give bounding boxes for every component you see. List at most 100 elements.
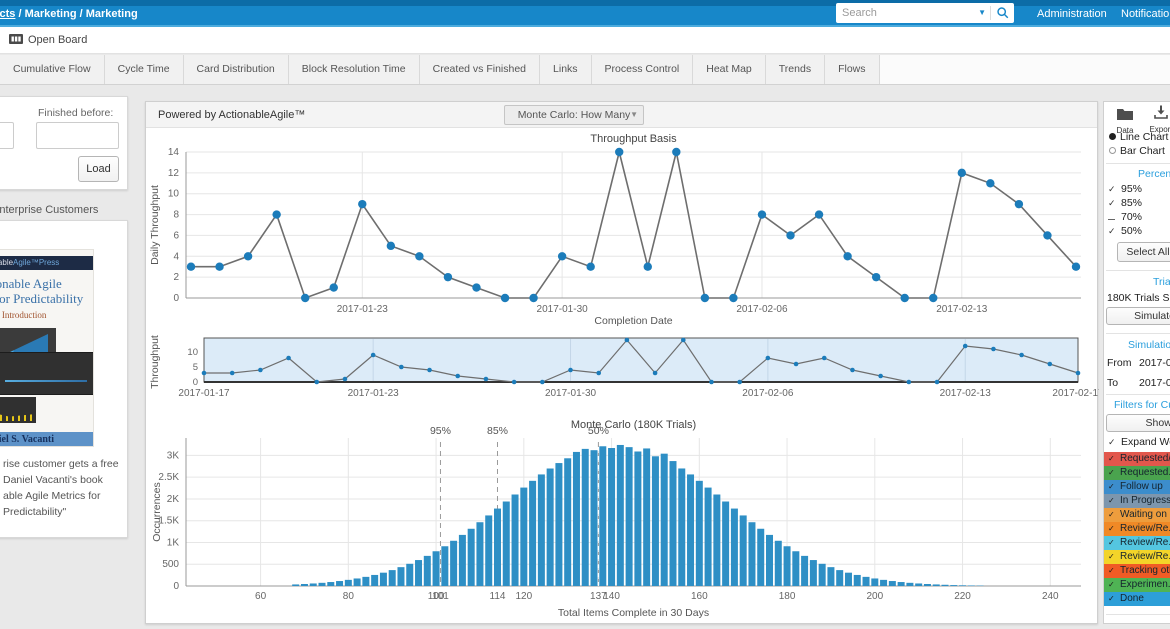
tab-process-control[interactable]: Process Control — [592, 55, 694, 84]
tab-card-distribution[interactable]: Card Distribution — [184, 55, 289, 84]
status-filter-experimen-f[interactable]: ✓Experimen... F — [1104, 578, 1170, 592]
status-filter-review-re-o[interactable]: ✓Review/Re...o — [1104, 522, 1170, 536]
divider — [1106, 270, 1170, 271]
checkbox-checked-icon: ✓ — [1108, 198, 1118, 209]
checkbox-checked-icon: ✓ — [1108, 480, 1118, 494]
book-cover-image: ActionableAgile™Press Actionable AgileMe… — [0, 249, 94, 447]
svg-text:10: 10 — [168, 189, 180, 200]
svg-text:Completion Date: Completion Date — [594, 315, 672, 327]
administration-link[interactable]: Administration — [1037, 8, 1107, 20]
checkbox-checked-icon: ✓ — [1108, 564, 1118, 578]
svg-text:101: 101 — [432, 591, 449, 602]
checkbox-checked-icon: ✓ — [1108, 508, 1118, 522]
status-filter-in-progress[interactable]: ✓In Progress — [1104, 494, 1170, 508]
svg-text:0: 0 — [173, 581, 179, 592]
selection-brush[interactable] — [204, 338, 1078, 382]
status-filter-list: ✓Requested/Id✓Requested... t✓Follow up✓I… — [1104, 452, 1170, 606]
tab-cycle-time[interactable]: Cycle Time — [105, 55, 184, 84]
from-date-value[interactable]: 2017-02-17 — [1139, 357, 1170, 369]
percentile-checkbox-50[interactable]: ✓50% — [1108, 225, 1142, 237]
histogram-bars[interactable] — [292, 445, 983, 586]
line-chart-radio[interactable]: Line Chart — [1109, 131, 1168, 143]
svg-text:2K: 2K — [167, 494, 180, 505]
status-filter-follow-up[interactable]: ✓Follow up — [1104, 480, 1170, 494]
breadcrumb-link-projects[interactable]: Projects — [0, 8, 15, 20]
bar-chart-radio[interactable]: Bar Chart — [1109, 145, 1165, 157]
chart-controls-panel: Data Export Line Chart Bar Chart Percent… — [1103, 101, 1170, 624]
open-board-link[interactable]: Open Board — [28, 34, 87, 46]
throughput-basis-chart[interactable]: 024681012142017-01-232017-01-302017-02-0… — [146, 130, 1099, 330]
checkbox-checked-icon: ✓ — [1108, 522, 1118, 536]
promo-line: Daniel Vacanti's book — [3, 472, 125, 488]
svg-text:3K: 3K — [167, 450, 180, 461]
notifications-link[interactable]: Notifications — [1121, 8, 1170, 20]
svg-text:2017-02-06: 2017-02-06 — [742, 388, 794, 399]
status-filter-review-re-f[interactable]: ✓Review/Re... F — [1104, 536, 1170, 550]
finished-after-input[interactable] — [0, 122, 14, 149]
search-icon[interactable] — [996, 6, 1009, 19]
finished-before-label: Finished before: — [38, 107, 113, 119]
powered-by-label: Powered by ActionableAgile™ — [158, 109, 305, 121]
svg-text:2017-01-23: 2017-01-23 — [348, 388, 400, 399]
status-filter-done[interactable]: ✓Done — [1104, 592, 1170, 606]
chevron-down-icon: ▼ — [630, 106, 638, 124]
tab-trends[interactable]: Trends — [766, 55, 825, 84]
svg-text:2017-01-30: 2017-01-30 — [545, 388, 597, 399]
svg-text:2: 2 — [173, 272, 179, 283]
search-box[interactable]: ▼ — [836, 3, 1014, 23]
svg-text:60: 60 — [255, 591, 267, 602]
select-all-button[interactable]: Select All — [1117, 242, 1170, 262]
load-button[interactable]: Load — [78, 156, 119, 182]
status-filter-requested-t[interactable]: ✓Requested... t — [1104, 466, 1170, 480]
simulate-more-button[interactable]: Simulate More Trials — [1106, 307, 1170, 325]
tab-flows[interactable]: Flows — [825, 55, 879, 84]
tab-block-resolution-time[interactable]: Block Resolution Time — [289, 55, 420, 84]
board-bar: Open Board — [0, 27, 1170, 54]
percentile-checkbox-95[interactable]: ✓95% — [1108, 183, 1142, 195]
expand-workflow-checkbox[interactable]: ✓Expand Workflow — [1108, 436, 1170, 448]
svg-text:0: 0 — [173, 293, 179, 304]
export-button[interactable]: Export — [1146, 105, 1170, 134]
svg-text:6: 6 — [173, 230, 179, 241]
svg-text:8: 8 — [173, 210, 179, 221]
chart-type-dropdown[interactable]: Monte Carlo: How Many▼ — [504, 105, 644, 125]
status-filter-review-re-c[interactable]: ✓Review/Re... C — [1104, 550, 1170, 564]
svg-text:120: 120 — [515, 591, 532, 602]
svg-text:114: 114 — [490, 591, 506, 602]
percentile-checkbox-70[interactable]: 70% — [1108, 211, 1142, 223]
tab-heat-map[interactable]: Heat Map — [693, 55, 766, 84]
percentiles-heading: Percentiles — [1138, 168, 1170, 180]
search-divider — [990, 6, 991, 20]
breadcrumb: Projects / Marketing / Marketing — [0, 8, 138, 20]
svg-text:Occurrences: Occurrences — [151, 482, 163, 542]
show-attributes-button[interactable]: Show Attributes — [1106, 414, 1170, 432]
book-author: Daniel S. Vacanti — [0, 432, 93, 447]
powered-strip: Powered by ActionableAgile™ Monte Carlo:… — [146, 102, 1097, 128]
to-date-value[interactable]: 2017-03-19 — [1139, 377, 1170, 389]
status-filter-requested-id[interactable]: ✓Requested/Id — [1104, 452, 1170, 466]
simulation-heading: Simulation — [1128, 339, 1170, 351]
finished-before-input[interactable] — [36, 122, 119, 149]
svg-text:200: 200 — [866, 591, 883, 602]
percentile-checkbox-85[interactable]: ✓85% — [1108, 197, 1142, 209]
tab-cumulative-flow[interactable]: Cumulative Flow — [0, 55, 105, 84]
checkbox-checked-icon: ✓ — [1108, 550, 1118, 564]
search-dropdown-caret-icon[interactable]: ▼ — [978, 8, 986, 17]
checkbox-checked-icon: ✓ — [1108, 592, 1118, 606]
search-input[interactable] — [842, 4, 972, 21]
book-promo-card: ActionableAgile™Press Actionable AgileMe… — [0, 220, 128, 538]
divider — [1106, 394, 1170, 395]
tab-links[interactable]: Links — [540, 55, 592, 84]
radio-selected-icon — [1109, 133, 1116, 140]
series-points[interactable] — [187, 148, 1080, 302]
svg-text:500: 500 — [162, 559, 179, 570]
status-filter-waiting-on-re[interactable]: ✓Waiting on Re — [1104, 508, 1170, 522]
open-board-icon[interactable] — [8, 33, 24, 47]
svg-text:10: 10 — [187, 347, 198, 358]
throughput-range-selector[interactable]: 2017-01-172017-01-232017-01-302017-02-06… — [146, 334, 1099, 412]
status-filter-tracking-othe[interactable]: ✓Tracking othe — [1104, 564, 1170, 578]
monte-carlo-histogram[interactable]: 05001K1.5K2K2.5K3K6080100120140160180200… — [146, 414, 1099, 624]
svg-text:Daily Throughput: Daily Throughput — [149, 185, 161, 265]
tab-created-vs-finished[interactable]: Created vs Finished — [420, 55, 540, 84]
svg-text:137: 137 — [590, 591, 607, 602]
